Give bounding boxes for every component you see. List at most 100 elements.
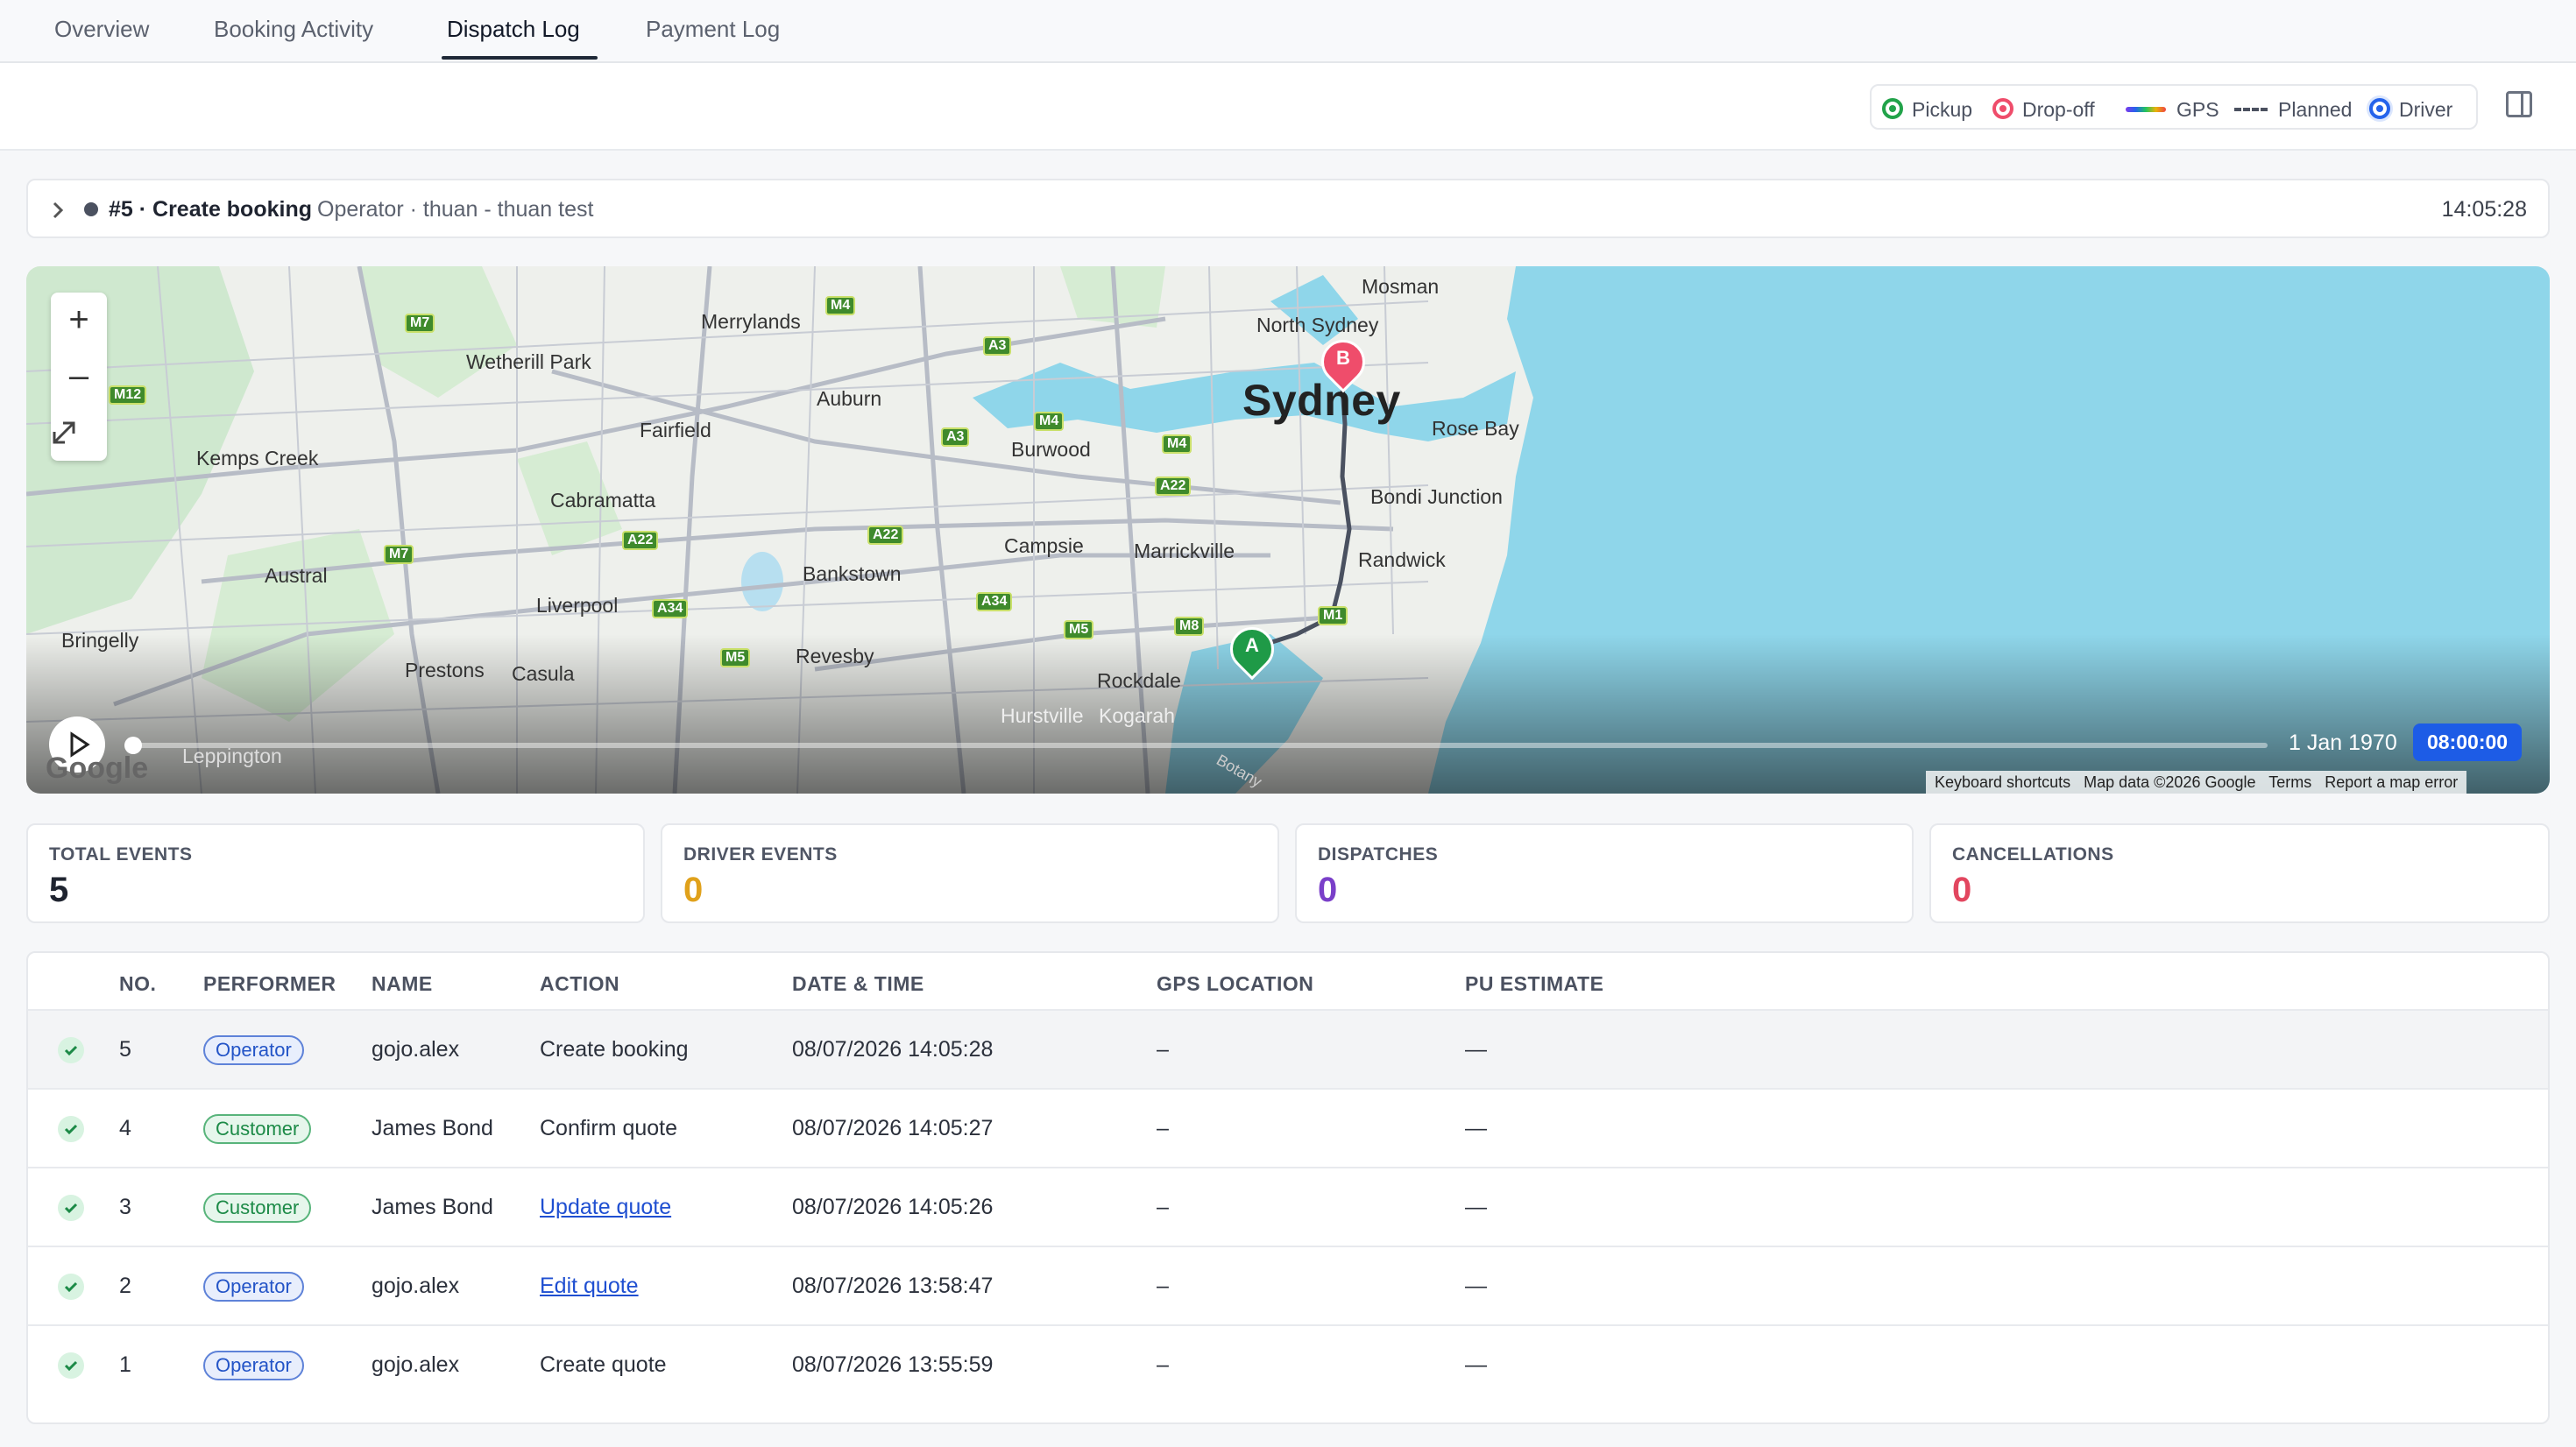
tab-overview[interactable]: Overview [54,16,149,43]
performer-badge: Operator [203,1035,304,1065]
map-legend: Pickup Drop-off GPS Planned Driver [1870,84,2478,130]
legend-driver: Driver [2399,98,2453,121]
map-place-label: Casula [512,662,575,685]
event-title: #5 · Create booking [109,197,312,222]
stat-value: 5 [49,871,69,909]
map-place-label: Rockdale [1097,669,1181,692]
row-datetime: 08/07/2026 14:05:26 [792,1195,994,1219]
table-row[interactable]: 1 Operator gojo.alex Create quote 08/07/… [28,1324,2548,1403]
performer-badge: Customer [203,1193,312,1223]
row-gps: – [1157,1116,1169,1140]
zoom-out-button[interactable]: – [51,349,107,405]
check-icon [58,1195,84,1221]
stat-card-cancellations: CANCELLATIONS 0 [1929,823,2550,923]
road-shield: A22 [622,531,659,550]
map-place-label: Hurstville [1001,704,1084,727]
road-shield: M4 [1034,412,1065,431]
map-place-label: Auburn [817,387,882,410]
map-place-label: Kemps Creek [196,447,319,469]
road-shield: M7 [405,314,435,333]
zoom-controls: + – [51,293,107,461]
stat-value: 0 [1318,871,1338,909]
check-icon [58,1037,84,1063]
row-name: gojo.alex [372,1274,460,1298]
check-icon [58,1274,84,1300]
keyboard-shortcuts-link[interactable]: Keyboard shortcuts [1935,773,2070,791]
map-place-label: Austral [265,564,328,587]
map-place-label: Wetherill Park [466,350,591,373]
row-action: Create quote [540,1352,667,1377]
table-row[interactable]: 3 Customer James Bond Update quote 08/07… [28,1167,2548,1246]
row-pu-estimate: — [1465,1274,1487,1298]
pickup-marker-label: A [1245,634,1259,656]
map-place-label: Kogarah [1099,704,1175,727]
fullscreen-button[interactable] [51,405,107,461]
row-datetime: 08/07/2026 13:58:47 [792,1274,994,1298]
terms-link[interactable]: Terms [2268,773,2311,791]
row-gps: – [1157,1274,1169,1298]
map-place-label: Bondi Junction [1370,485,1503,508]
road-shield: A3 [983,336,1012,356]
road-shield: A34 [976,592,1013,611]
column-header-gps: GPS LOCATION [1157,972,1314,995]
map-place-label: North Sydney [1256,314,1379,336]
stat-value: 0 [683,871,704,909]
road-shield: A34 [652,599,689,618]
playback-track[interactable] [130,743,2268,748]
map-place-label: Fairfield [640,419,711,441]
row-action-link[interactable]: Update quote [540,1195,671,1220]
performer-badge: Operator [203,1272,304,1302]
road-shield: M5 [720,648,751,667]
dispatch-log-table: NO. PERFORMER NAME ACTION DATE & TIME GP… [26,951,2550,1424]
road-shield: A22 [1155,476,1192,496]
column-header-action: ACTION [540,972,620,995]
zoom-in-button[interactable]: + [51,293,107,349]
row-action-link[interactable]: Edit quote [540,1274,639,1299]
map-place-label: Bringelly [61,629,139,652]
table-row[interactable]: 4 Customer James Bond Confirm quote 08/0… [28,1088,2548,1167]
stat-card-total-events: TOTAL EVENTS 5 [26,823,645,923]
playback-time: 08:00:00 [2413,724,2523,761]
stat-label: CANCELLATIONS [1952,844,2114,865]
tab-payment-log[interactable]: Payment Log [646,16,780,43]
stat-card-dispatches: DISPATCHES 0 [1295,823,1914,923]
row-name: gojo.alex [372,1037,460,1062]
stat-label: DRIVER EVENTS [683,844,838,865]
map-place-label: Prestons [405,659,485,681]
planned-line-icon [2234,108,2268,111]
legend-pickup: Pickup [1912,98,1973,121]
row-action: Create booking [540,1037,689,1062]
row-number: 4 [119,1116,131,1140]
check-icon [58,1116,84,1142]
map-place-label: Rose Bay [1432,417,1519,440]
map-place-label: Mosman [1362,275,1440,298]
row-pu-estimate: — [1465,1352,1487,1377]
road-shield: M5 [1064,620,1094,639]
column-header-pu-estimate: PU ESTIMATE [1465,972,1604,995]
row-action: Confirm quote [540,1116,678,1140]
column-header-performer: PERFORMER [203,972,336,995]
playback-date: 1 Jan 1970 [2289,731,2397,755]
report-error-link[interactable]: Report a map error [2325,773,2458,791]
legend-gps: GPS [2176,98,2219,121]
row-pu-estimate: — [1465,1116,1487,1140]
event-status-dot [84,202,98,216]
stat-value: 0 [1952,871,1972,909]
row-number: 2 [119,1274,131,1298]
event-header[interactable]: #5 · Create booking Operator · thuan - t… [26,179,2550,238]
table-row[interactable]: 2 Operator gojo.alex Edit quote 08/07/20… [28,1246,2548,1324]
legend-dropoff: Drop-off [2022,98,2095,121]
tab-booking-activity[interactable]: Booking Activity [214,16,373,43]
dropoff-marker-label: B [1336,347,1350,369]
tab-dispatch-log[interactable]: Dispatch Log [447,16,580,43]
performer-badge: Customer [203,1114,312,1144]
toggle-panel-button[interactable] [2506,91,2532,117]
road-shield: M12 [109,385,147,405]
table-row[interactable]: 5 Operator gojo.alex Create booking 08/0… [28,1009,2548,1088]
row-pu-estimate: — [1465,1195,1487,1219]
stat-label: DISPATCHES [1318,844,1439,865]
map-place-label: Revesby [796,645,874,667]
route-map[interactable]: Mosman North Sydney Merrylands Wetherill… [26,266,2550,794]
map-place-label: Liverpool [536,594,619,617]
row-number: 5 [119,1037,131,1062]
